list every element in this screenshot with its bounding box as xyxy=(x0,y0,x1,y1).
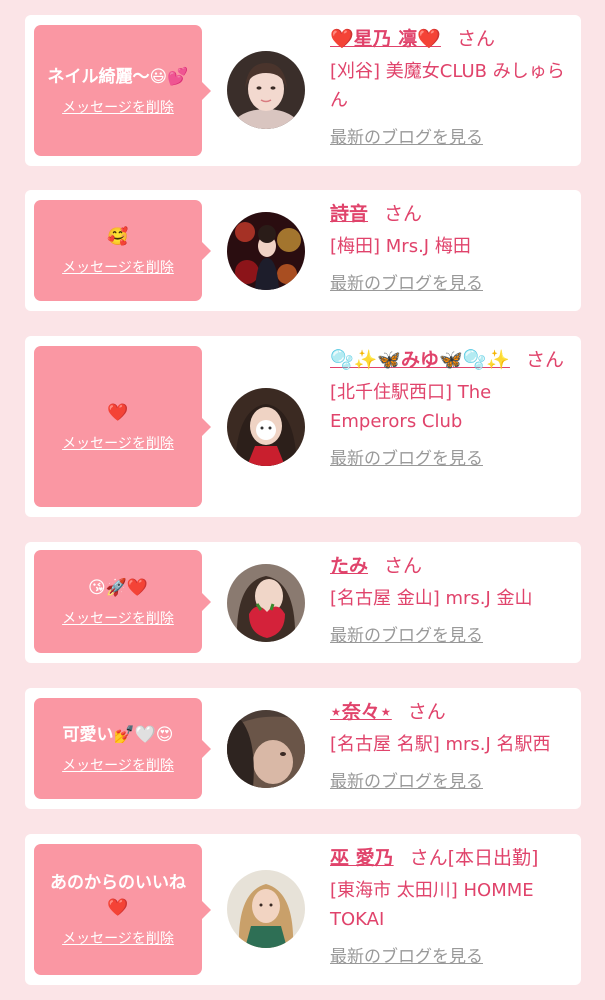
avatar-photo xyxy=(227,388,305,466)
sender-info: ❤️星乃 凛❤️ さん [刈谷] 美魔女CLUB みしゅらん 最新のブログを見る xyxy=(330,25,569,148)
sender-name-link[interactable]: 巫 愛乃 xyxy=(330,847,394,869)
message-text: 🥰 xyxy=(107,226,129,247)
honorific: さん xyxy=(384,203,423,225)
delete-message-link[interactable]: メッセージを削除 xyxy=(62,928,174,948)
message-card: あのからのいいね❤️ メッセージを削除 巫 愛乃 さん[本日出勤] [東海市 太田… xyxy=(25,834,581,985)
name-line: ⋆奈々⋆ さん xyxy=(330,698,569,727)
sender-name-link[interactable]: 🫧✨🦋みゆ🦋🫧✨ xyxy=(330,349,510,371)
name-line: ❤️星乃 凛❤️ さん xyxy=(330,25,569,54)
avatar[interactable] xyxy=(227,564,305,642)
delete-message-link[interactable]: メッセージを削除 xyxy=(62,608,174,628)
shop-name: [名古屋 金山] mrs.J 金山 xyxy=(330,588,533,609)
honorific: さん xyxy=(384,555,423,577)
delete-message-link[interactable]: メッセージを削除 xyxy=(62,97,174,117)
message-bubble: ネイル綺麗〜😃💕 メッセージを削除 xyxy=(34,25,211,156)
delete-message-link[interactable]: メッセージを削除 xyxy=(62,755,174,775)
sender-info: たみ さん [名古屋 金山] mrs.J 金山 最新のブログを見る xyxy=(330,552,569,646)
sender-info: ⋆奈々⋆ さん [名古屋 名駅] mrs.J 名駅西 最新のブログを見る xyxy=(330,698,569,792)
avatar[interactable] xyxy=(227,710,305,788)
name-line: 🫧✨🦋みゆ🦋🫧✨ さん xyxy=(330,346,569,375)
message-bubble: 🥰 メッセージを削除 xyxy=(34,200,211,301)
latest-blog-link[interactable]: 最新のブログを見る xyxy=(330,767,483,792)
name-line: 巫 愛乃 さん[本日出勤] xyxy=(330,844,569,873)
avatar[interactable] xyxy=(227,51,305,129)
avatar-photo xyxy=(227,212,305,290)
shop-name: [刈谷] 美魔女CLUB みしゅらん xyxy=(330,61,565,111)
delete-message-link[interactable]: メッセージを削除 xyxy=(62,257,174,277)
message-text: ネイル綺麗〜😃💕 xyxy=(47,66,189,87)
message-card: ❤️ メッセージを削除 🫧✨🦋みゆ🦋🫧✨ さん [北千住駅西口] The Empe… xyxy=(25,336,581,517)
latest-blog-link[interactable]: 最新のブログを見る xyxy=(330,444,483,469)
name-line: 詩音 さん xyxy=(330,200,569,229)
avatar[interactable] xyxy=(227,870,305,948)
shop-name: [名古屋 名駅] mrs.J 名駅西 xyxy=(330,734,551,755)
message-text: ❤️ xyxy=(107,402,129,423)
message-bubble: 😘🚀❤️ メッセージを削除 xyxy=(34,550,211,653)
message-bubble: ❤️ メッセージを削除 xyxy=(34,346,211,507)
latest-blog-link[interactable]: 最新のブログを見る xyxy=(330,621,483,646)
sender-name-link[interactable]: たみ xyxy=(330,555,368,577)
name-line: たみ さん xyxy=(330,552,569,581)
shop-name: [梅田] Mrs.J 梅田 xyxy=(330,236,471,257)
honorific: さん xyxy=(456,28,495,50)
avatar-photo xyxy=(227,51,305,129)
latest-blog-link[interactable]: 最新のブログを見る xyxy=(330,269,483,294)
delete-message-link[interactable]: メッセージを削除 xyxy=(62,433,174,453)
avatar[interactable] xyxy=(227,212,305,290)
message-bubble: 可愛い💅🤍😍 メッセージを削除 xyxy=(34,698,211,799)
message-text: 😘🚀❤️ xyxy=(87,577,149,598)
message-card: ネイル綺麗〜😃💕 メッセージを削除 ❤️星乃 凛❤️ さん [刈谷] 美魔女CLU… xyxy=(25,15,581,166)
honorific: さん xyxy=(409,847,448,869)
sender-status: [本日出勤] xyxy=(447,847,539,869)
avatar-photo xyxy=(227,870,305,948)
shop-name: [東海市 太田川] HOMME TOKAI xyxy=(330,880,534,930)
message-card: 😘🚀❤️ メッセージを削除 たみ さん [名古屋 金山] mrs.J 金山 最新の… xyxy=(25,542,581,663)
message-bubble: あのからのいいね❤️ メッセージを削除 xyxy=(34,844,211,975)
sender-name-link[interactable]: ❤️星乃 凛❤️ xyxy=(330,28,441,50)
sender-name-link[interactable]: ⋆奈々⋆ xyxy=(330,701,392,723)
shop-name: [北千住駅西口] The Emperors Club xyxy=(330,382,492,432)
honorific: さん xyxy=(525,349,564,371)
avatar-photo xyxy=(227,564,305,642)
message-card: 可愛い💅🤍😍 メッセージを削除 ⋆奈々⋆ さん [名古屋 名駅] mrs.J 名駅… xyxy=(25,688,581,809)
sender-name-link[interactable]: 詩音 xyxy=(330,203,368,225)
sender-info: 詩音 さん [梅田] Mrs.J 梅田 最新のブログを見る xyxy=(330,200,569,294)
sender-info: 巫 愛乃 さん[本日出勤] [東海市 太田川] HOMME TOKAI 最新のブロ… xyxy=(330,844,569,967)
message-text: あのからのいいね❤️ xyxy=(50,873,186,918)
message-text: 可愛い💅🤍😍 xyxy=(62,724,174,745)
avatar[interactable] xyxy=(227,388,305,466)
avatar-photo xyxy=(227,710,305,788)
latest-blog-link[interactable]: 最新のブログを見る xyxy=(330,123,483,148)
latest-blog-link[interactable]: 最新のブログを見る xyxy=(330,942,483,967)
honorific: さん xyxy=(407,701,446,723)
message-card: 🥰 メッセージを削除 詩音 さん [梅田] Mrs.J 梅田 最新のブログを見る xyxy=(25,190,581,311)
sender-info: 🫧✨🦋みゆ🦋🫧✨ さん [北千住駅西口] The Emperors Club 最新… xyxy=(330,346,569,469)
